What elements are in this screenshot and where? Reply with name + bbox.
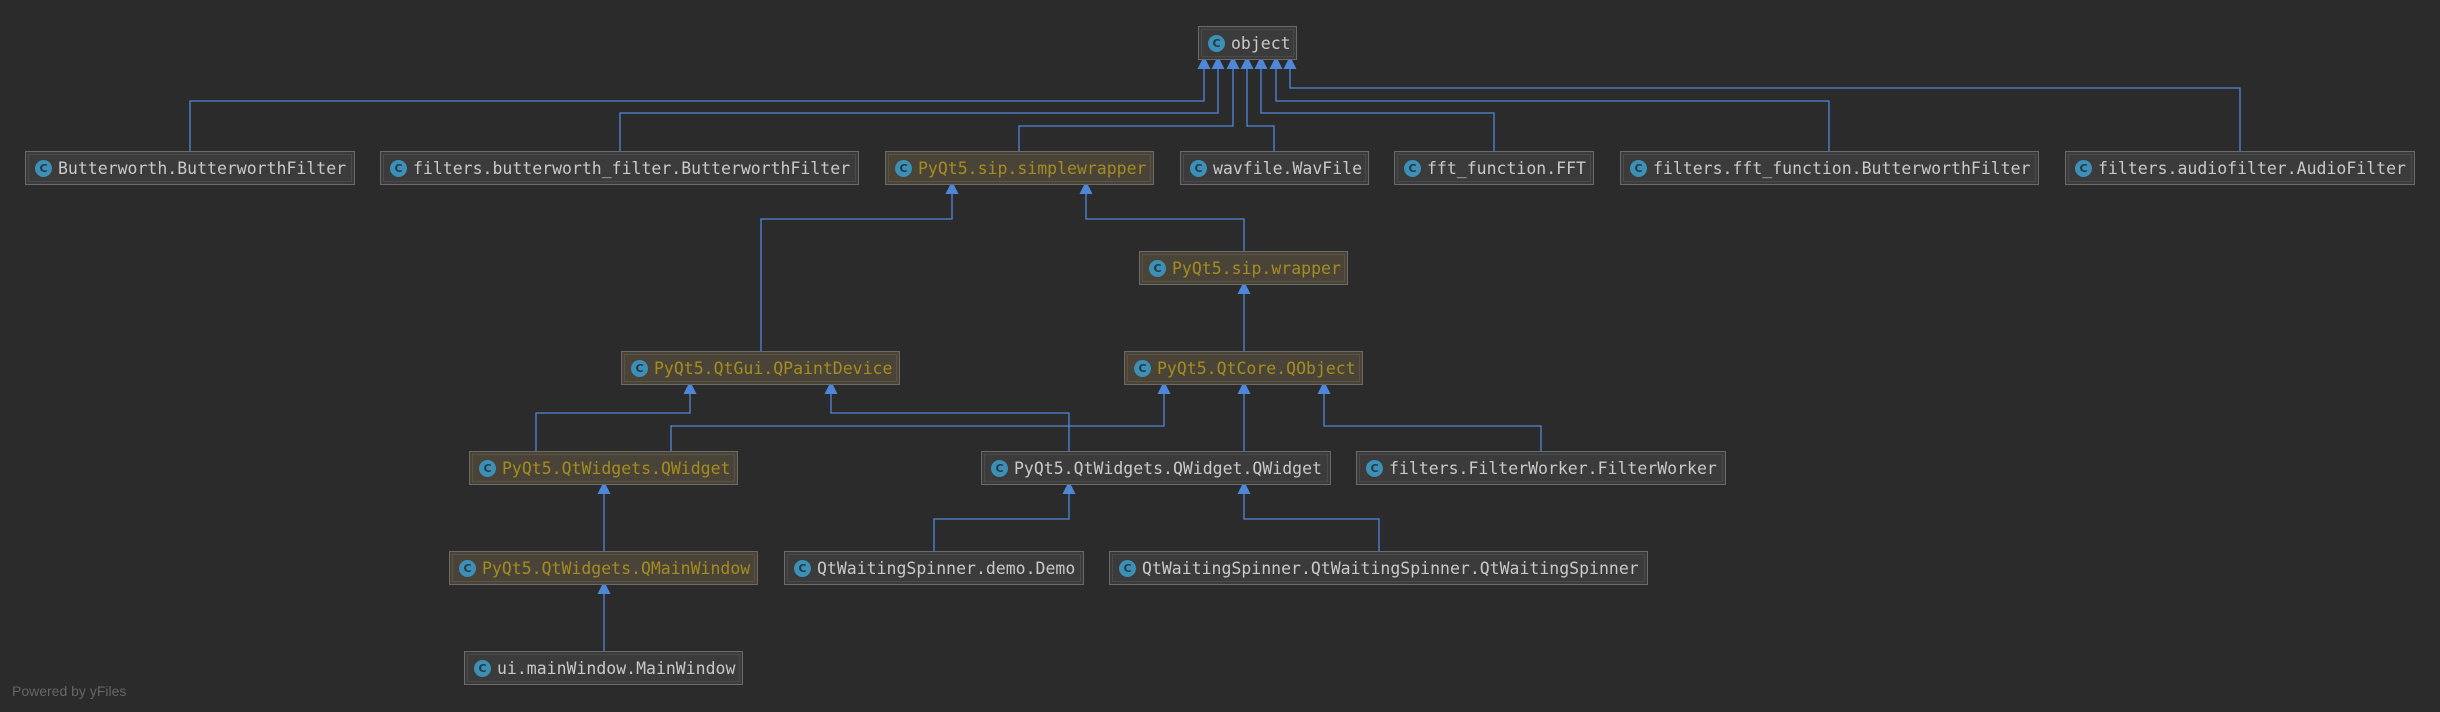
edge-line xyxy=(1275,68,1830,151)
edge-line xyxy=(760,193,953,351)
node-pyqt5-qtcore-qobject[interactable]: C PyQt5.QtCore.QObject xyxy=(1124,351,1363,385)
edge-line xyxy=(830,393,1070,451)
edge-qwidget_qwidget-to-qobject xyxy=(1237,381,1251,451)
node-butterworth-butterworthfilter[interactable]: C Butterworth.ButterworthFilter xyxy=(25,151,355,185)
node-label: ui.mainWindow.MainWindow xyxy=(497,658,736,678)
node-label: PyQt5.QtCore.QObject xyxy=(1157,358,1356,378)
edge-qpaintdevice-to-simplewrapper xyxy=(760,181,959,351)
edge-line xyxy=(1323,393,1542,451)
node-label: Butterworth.ButterworthFilter xyxy=(58,158,347,178)
edge-line xyxy=(535,393,691,451)
class-c-icon: C xyxy=(1149,259,1166,277)
node-filters-filterworker[interactable]: C filters.FilterWorker.FilterWorker xyxy=(1356,451,1726,485)
node-pyqt5-qtwidgets-qwidget-qwidget[interactable]: C PyQt5.QtWidgets.QWidget.QWidget xyxy=(981,451,1331,485)
edge-audiofilter-to-object xyxy=(1283,56,2241,151)
edge-demo-to-qwidget_qwidget xyxy=(933,481,1076,551)
node-fft-function-fft[interactable]: C fft_function.FFT xyxy=(1394,151,1594,185)
node-label: filters.FilterWorker.FilterWorker xyxy=(1389,458,1717,478)
class-c-icon: C xyxy=(1190,159,1207,177)
edge-simplewrapper-to-object xyxy=(1018,56,1240,151)
edge-line xyxy=(1289,68,2241,151)
class-c-icon: C xyxy=(1366,459,1383,477)
node-qtwaitingspinner-demo[interactable]: C QtWaitingSpinner.demo.Demo xyxy=(784,551,1084,585)
node-label: filters.fft_function.ButterworthFilter xyxy=(1653,158,2031,178)
edge-mainwindow-to-qmainwindow xyxy=(597,581,611,651)
edge-wavfile-to-object xyxy=(1240,56,1275,151)
edge-filters_fft_butterworth-to-object xyxy=(1269,56,1830,151)
node-wavfile[interactable]: C wavfile.WavFile xyxy=(1180,151,1369,185)
class-c-icon: C xyxy=(479,459,496,477)
edge-line xyxy=(1260,68,1495,151)
class-c-icon: C xyxy=(895,159,912,177)
node-label: QtWaitingSpinner.QtWaitingSpinner.QtWait… xyxy=(1142,558,1639,578)
class-c-icon: C xyxy=(390,159,407,177)
edge-line xyxy=(933,493,1070,551)
edge-qtwaitingspinner-to-qwidget_qwidget xyxy=(1237,481,1380,551)
powered-by-footer: Powered by yFiles xyxy=(12,683,127,699)
class-c-icon: C xyxy=(1208,34,1225,52)
edge-qwidget_qwidget-to-qpaintdevice xyxy=(824,381,1070,451)
node-label: PyQt5.sip.wrapper xyxy=(1172,258,1341,278)
class-c-icon: C xyxy=(1134,359,1151,377)
class-c-icon: C xyxy=(631,359,648,377)
class-c-icon: C xyxy=(794,559,811,577)
edge-line xyxy=(1018,68,1234,151)
node-qtwaitingspinner-qtwaitingspinner[interactable]: C QtWaitingSpinner.QtWaitingSpinner.QtWa… xyxy=(1109,551,1648,585)
edge-line xyxy=(670,393,1165,451)
node-label: fft_function.FFT xyxy=(1427,158,1586,178)
node-pyqt5-qtwidgets-qmainwindow[interactable]: C PyQt5.QtWidgets.QMainWindow xyxy=(449,551,758,585)
class-c-icon: C xyxy=(35,159,52,177)
node-label: wavfile.WavFile xyxy=(1213,158,1363,178)
class-c-icon: C xyxy=(474,659,491,677)
node-object[interactable]: C object xyxy=(1198,26,1297,60)
node-label: PyQt5.sip.simplewrapper xyxy=(918,158,1147,178)
node-label: QtWaitingSpinner.demo.Demo xyxy=(817,558,1076,578)
node-label: PyQt5.QtWidgets.QMainWindow xyxy=(482,558,751,578)
edge-qwidget-to-qobject xyxy=(670,381,1171,451)
edge-line xyxy=(1243,493,1380,551)
class-c-icon: C xyxy=(1630,159,1647,177)
class-c-icon: C xyxy=(459,559,476,577)
node-pyqt5-qtwidgets-qwidget[interactable]: C PyQt5.QtWidgets.QWidget xyxy=(469,451,738,485)
node-label: PyQt5.QtWidgets.QWidget xyxy=(502,458,731,478)
edge-line xyxy=(1085,193,1245,251)
edge-wrapper-to-simplewrapper xyxy=(1079,181,1245,251)
edge-filterworker-to-qobject xyxy=(1317,381,1542,451)
node-label: PyQt5.QtGui.QPaintDevice xyxy=(654,358,893,378)
node-filters-fft-function-butterworthfilter[interactable]: C filters.fft_function.ButterworthFilter xyxy=(1620,151,2039,185)
class-c-icon: C xyxy=(1119,559,1136,577)
node-pyqt5-sip-wrapper[interactable]: C PyQt5.sip.wrapper xyxy=(1139,251,1348,285)
edge-line xyxy=(619,68,1219,151)
node-pyqt5-qtgui-qpaintdevice[interactable]: C PyQt5.QtGui.QPaintDevice xyxy=(621,351,900,385)
node-filters-audiofilter[interactable]: C filters.audiofilter.AudioFilter xyxy=(2065,151,2415,185)
edge-qobject-to-wrapper xyxy=(1237,281,1251,351)
class-c-icon: C xyxy=(2075,159,2092,177)
edge-line xyxy=(189,68,1205,151)
edge-butterworth_butterworthfilter-to-object xyxy=(189,56,1211,151)
edge-filters_butterworth_filter-to-object xyxy=(619,56,1225,151)
node-label: filters.audiofilter.AudioFilter xyxy=(2098,158,2406,178)
node-label: PyQt5.QtWidgets.QWidget.QWidget xyxy=(1014,458,1322,478)
node-filters-butterworth-filter[interactable]: C filters.butterworth_filter.Butterworth… xyxy=(380,151,859,185)
edge-qwidget-to-qpaintdevice xyxy=(535,381,697,451)
class-c-icon: C xyxy=(991,459,1008,477)
class-c-icon: C xyxy=(1404,159,1421,177)
edge-qmainwindow-to-qwidget xyxy=(597,481,611,551)
node-label: object xyxy=(1231,33,1291,53)
node-label: filters.butterworth_filter.ButterworthFi… xyxy=(413,158,851,178)
node-ui-mainwindow[interactable]: C ui.mainWindow.MainWindow xyxy=(464,651,743,685)
node-pyqt5-sip-simplewrapper[interactable]: C PyQt5.sip.simplewrapper xyxy=(885,151,1154,185)
